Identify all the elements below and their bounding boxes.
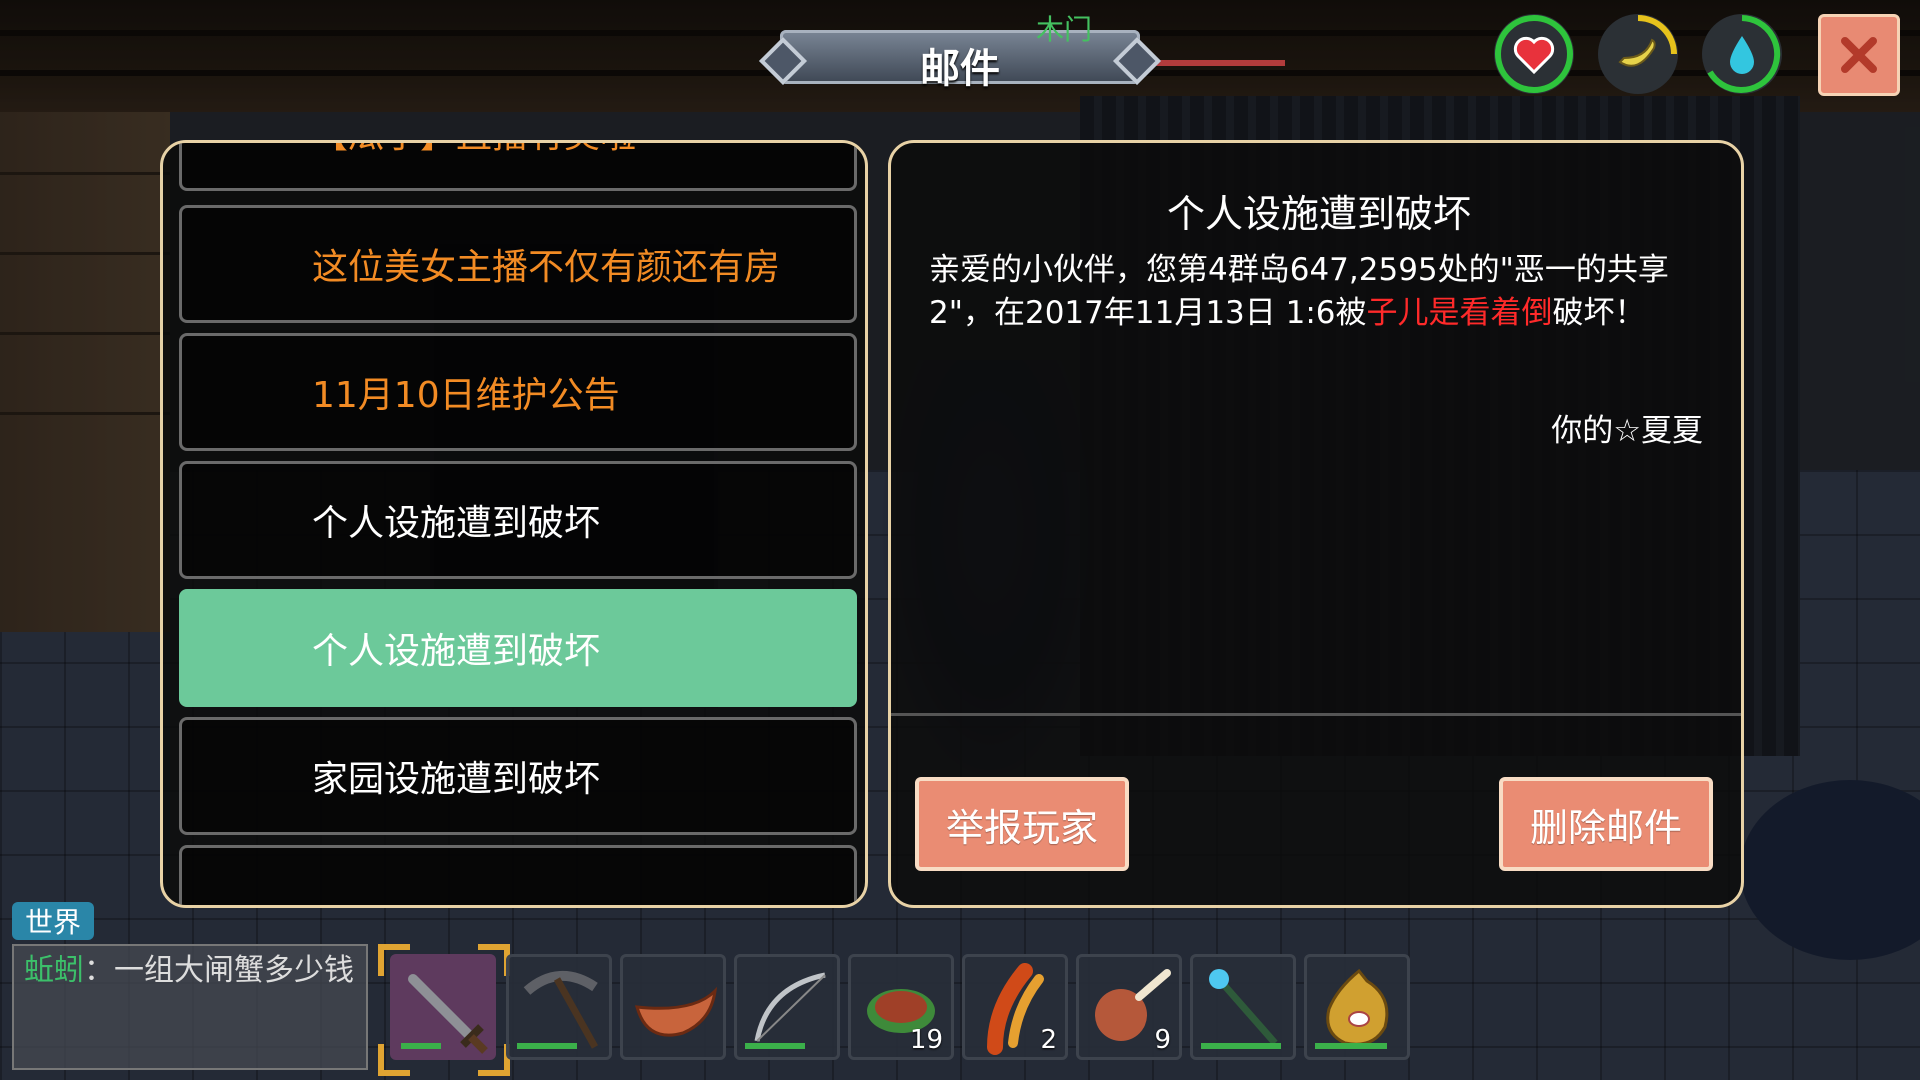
hotbar-slot-3[interactable] bbox=[620, 954, 726, 1060]
chat-message: ：一组大闸蟹多少钱 bbox=[84, 953, 354, 988]
mail-body-text-end: 破坏！ bbox=[1552, 295, 1646, 331]
mail-detail-panel: 个人设施遭到破坏 亲爱的小伙伴，您第4群岛647,2595处的"恶一的共享2"，… bbox=[888, 140, 1744, 908]
durability-bar bbox=[517, 1043, 577, 1049]
hotbar-slot-5[interactable]: 19 bbox=[848, 954, 954, 1060]
window-title: 邮件 bbox=[920, 46, 1000, 92]
item-count: 2 bbox=[1040, 1025, 1057, 1055]
wooden-boat-icon bbox=[634, 986, 718, 1037]
target-label: 木门 bbox=[1036, 13, 1093, 46]
hotbar-slot-4[interactable] bbox=[734, 954, 840, 1060]
hotbar-slot-8[interactable] bbox=[1190, 954, 1296, 1060]
chat-sender[interactable]: 蚯蚓 bbox=[24, 953, 84, 988]
mail-item-selected[interactable]: 个人设施遭到破坏 bbox=[179, 589, 857, 707]
hotbar-slot-7[interactable]: 9 bbox=[1076, 954, 1182, 1060]
mail-signature: 你的☆夏夏 bbox=[1551, 413, 1703, 449]
durability-bar bbox=[1201, 1043, 1281, 1049]
attacker-name[interactable]: 子儿是看着倒 bbox=[1367, 295, 1553, 331]
durability-bar bbox=[401, 1043, 441, 1049]
mail-item[interactable]: 个人设施遭到破坏 bbox=[179, 461, 857, 579]
delete-mail-button[interactable]: 删除邮件 bbox=[1499, 777, 1713, 871]
hunger-status bbox=[1598, 14, 1678, 94]
mail-item-label: 11月10日维护公告 bbox=[312, 375, 620, 416]
mail-title: 个人设施遭到破坏 bbox=[1166, 192, 1471, 236]
divider bbox=[891, 713, 1741, 716]
mail-body: 亲爱的小伙伴，您第4群岛647,2595处的"恶一的共享2"，在2017年11月… bbox=[929, 249, 1719, 335]
health-status bbox=[1494, 14, 1574, 94]
mail-item[interactable] bbox=[179, 845, 857, 905]
mail-item-label: 个人设施遭到破坏 bbox=[312, 503, 601, 544]
mail-item-label: 【瓜子】直播有奖啦 bbox=[312, 143, 636, 158]
thirst-status bbox=[1702, 14, 1782, 94]
mail-item[interactable]: 家园设施遭到破坏 bbox=[179, 717, 857, 835]
close-button[interactable] bbox=[1818, 14, 1900, 96]
hotbar-slot-1[interactable] bbox=[390, 954, 496, 1060]
heart-icon bbox=[1513, 36, 1555, 75]
hotbar-slot-9[interactable] bbox=[1304, 954, 1410, 1060]
item-count: 9 bbox=[1154, 1025, 1171, 1055]
mail-list-panel[interactable]: 【瓜子】直播有奖啦 这位美女主播不仅有颜还有房 11月10日维护公告 个人设施遭… bbox=[160, 140, 868, 908]
item-count: 19 bbox=[909, 1025, 943, 1055]
hotbar-slot-2[interactable] bbox=[506, 954, 612, 1060]
mail-item-label: 个人设施遭到破坏 bbox=[312, 631, 601, 672]
chat-box[interactable]: 蚯蚓：一组大闸蟹多少钱 bbox=[12, 944, 368, 1070]
banana-icon bbox=[1618, 38, 1656, 67]
mail-item-label: 这位美女主播不仅有颜还有房 bbox=[312, 247, 781, 288]
durability-bar bbox=[745, 1043, 805, 1049]
mail-item[interactable]: 这位美女主播不仅有颜还有房 bbox=[179, 205, 857, 323]
hotbar-slot-6[interactable]: 2 bbox=[962, 954, 1068, 1060]
mail-item-label: 家园设施遭到破坏 bbox=[312, 759, 601, 800]
mail-item[interactable]: 【瓜子】直播有奖啦 bbox=[179, 143, 857, 191]
water-drop-icon bbox=[1730, 36, 1754, 74]
durability-bar bbox=[1315, 1043, 1387, 1049]
report-player-button[interactable]: 举报玩家 bbox=[915, 777, 1129, 871]
title-plate: 邮件 bbox=[758, 26, 1162, 92]
close-icon bbox=[1841, 37, 1877, 73]
chat-channel-tab[interactable]: 世界 bbox=[12, 902, 94, 940]
mail-item[interactable]: 11月10日维护公告 bbox=[179, 333, 857, 451]
